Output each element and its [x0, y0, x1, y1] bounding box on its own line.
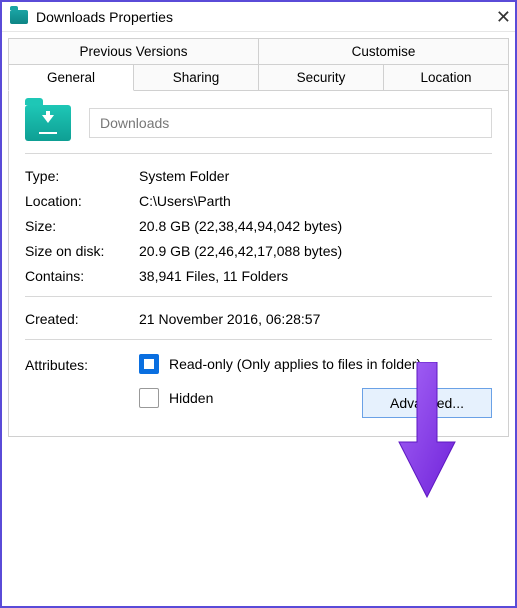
value-type: System Folder [139, 168, 492, 184]
label-size-on-disk: Size on disk: [25, 243, 139, 259]
label-size: Size: [25, 218, 139, 234]
close-icon[interactable]: ✕ [489, 8, 511, 26]
value-location: C:\Users\Parth [139, 193, 492, 209]
tab-previous-versions[interactable]: Previous Versions [8, 38, 259, 65]
folder-name-input[interactable] [89, 108, 492, 138]
general-panel: Type: System Folder Location: C:\Users\P… [8, 91, 509, 437]
label-location: Location: [25, 193, 139, 209]
value-size: 20.8 GB (22,38,44,94,042 bytes) [139, 218, 492, 234]
label-attributes: Attributes: [25, 354, 139, 373]
advanced-button[interactable]: Advanced... [362, 388, 492, 418]
divider [25, 339, 492, 340]
row-location: Location: C:\Users\Parth [25, 193, 492, 209]
value-size-on-disk: 20.9 GB (22,46,42,17,088 bytes) [139, 243, 492, 259]
tab-location[interactable]: Location [383, 65, 509, 91]
row-size-on-disk: Size on disk: 20.9 GB (22,46,42,17,088 b… [25, 243, 492, 259]
value-contains: 38,941 Files, 11 Folders [139, 268, 492, 284]
checkbox-hidden[interactable] [139, 388, 159, 408]
divider [25, 296, 492, 297]
downloads-folder-icon [25, 105, 71, 141]
label-hidden: Hidden [169, 390, 213, 406]
label-created: Created: [25, 311, 139, 327]
window-title: Downloads Properties [36, 9, 489, 25]
tab-security[interactable]: Security [258, 65, 384, 91]
tab-strip: Previous Versions Customise General Shar… [8, 38, 509, 91]
row-type: Type: System Folder [25, 168, 492, 184]
label-contains: Contains: [25, 268, 139, 284]
tab-customise[interactable]: Customise [258, 38, 509, 65]
row-created: Created: 21 November 2016, 06:28:57 [25, 311, 492, 327]
row-attributes: Attributes: Read-only (Only applies to f… [25, 354, 492, 418]
label-readonly: Read-only (Only applies to files in fold… [169, 356, 421, 372]
folder-icon [10, 10, 28, 24]
label-type: Type: [25, 168, 139, 184]
row-size: Size: 20.8 GB (22,38,44,94,042 bytes) [25, 218, 492, 234]
checkbox-readonly[interactable] [139, 354, 159, 374]
tab-sharing[interactable]: Sharing [133, 65, 259, 91]
value-created: 21 November 2016, 06:28:57 [139, 311, 492, 327]
divider [25, 153, 492, 154]
tab-general[interactable]: General [8, 65, 134, 91]
titlebar: Downloads Properties ✕ [2, 2, 515, 32]
row-contains: Contains: 38,941 Files, 11 Folders [25, 268, 492, 284]
